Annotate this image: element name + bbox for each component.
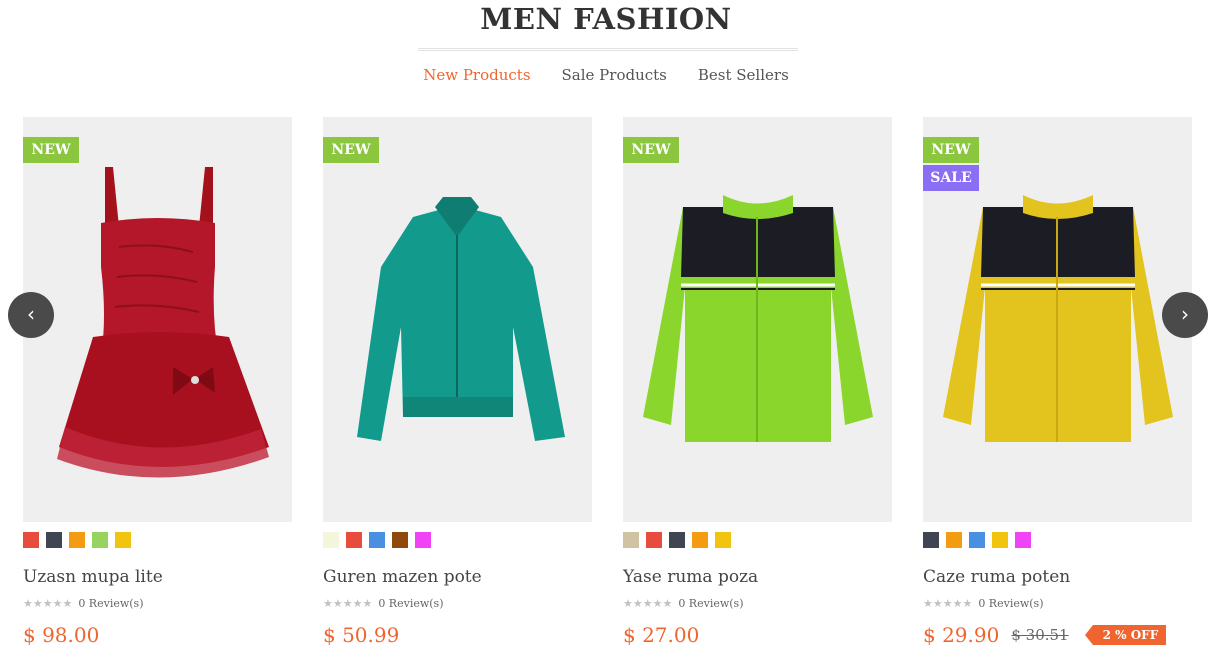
rating: ★★★★★ 0 Review(s): [323, 596, 592, 610]
red-dress-image: [57, 167, 269, 478]
color-swatch-yellow[interactable]: [115, 532, 131, 548]
price: $ 27.00: [623, 623, 700, 647]
teal-jacket-image: [357, 197, 565, 441]
sale-badge: SALE: [923, 165, 979, 191]
star-rating-icon: ★★★★★: [23, 596, 73, 610]
color-swatch-orange[interactable]: [69, 532, 85, 548]
star-rating-icon: ★★★★★: [623, 596, 673, 610]
color-swatch-blue[interactable]: [969, 532, 985, 548]
color-swatch-red[interactable]: [646, 532, 662, 548]
product-card[interactable]: NEW SALE Caze ruma poten ★★★★★ 0 Review(…: [923, 117, 1192, 647]
price-row: $ 27.00: [623, 623, 892, 647]
title-divider: [418, 48, 798, 51]
color-swatch-orange[interactable]: [692, 532, 708, 548]
color-swatch-orange[interactable]: [946, 532, 962, 548]
product-image[interactable]: NEW SALE: [923, 117, 1192, 522]
review-count: 0 Review(s): [378, 596, 444, 610]
product-card[interactable]: NEW Uzasn mupa lite ★★★★★ 0 Review(s) $ …: [23, 117, 292, 647]
price-row: $ 29.90 $ 30.51 2 % OFF: [923, 623, 1192, 647]
product-card[interactable]: NEW Guren mazen pote ★★★★★ 0 Review(s) $…: [323, 117, 592, 647]
color-swatch-pink[interactable]: [415, 532, 431, 548]
rating: ★★★★★ 0 Review(s): [23, 596, 292, 610]
color-swatches: [323, 532, 592, 548]
section-title: MEN FASHION: [480, 2, 732, 36]
price: $ 29.90: [923, 623, 1000, 647]
color-swatch-blue[interactable]: [369, 532, 385, 548]
color-swatch-tan[interactable]: [623, 532, 639, 548]
color-swatch-beige[interactable]: [323, 532, 339, 548]
color-swatch-pink[interactable]: [1015, 532, 1031, 548]
review-count: 0 Review(s): [78, 596, 144, 610]
color-swatches: [923, 532, 1192, 548]
price: $ 50.99: [323, 623, 400, 647]
next-arrow-button[interactable]: ›: [1162, 292, 1208, 338]
new-badge: NEW: [323, 137, 379, 163]
discount-tag: 2 % OFF: [1084, 625, 1167, 645]
review-count: 0 Review(s): [978, 596, 1044, 610]
color-swatch-yellow[interactable]: [715, 532, 731, 548]
tab-new-products[interactable]: New Products: [423, 66, 530, 84]
prev-arrow-button[interactable]: ‹: [8, 292, 54, 338]
color-swatch-yellow[interactable]: [992, 532, 1008, 548]
product-name[interactable]: Caze ruma poten: [923, 567, 1192, 587]
product-name[interactable]: Guren mazen pote: [323, 567, 592, 587]
chevron-right-icon: ›: [1181, 302, 1189, 326]
star-rating-icon: ★★★★★: [923, 596, 973, 610]
color-swatch-green[interactable]: [92, 532, 108, 548]
color-swatch-brown[interactable]: [392, 532, 408, 548]
chevron-left-icon: ‹: [27, 302, 35, 326]
color-swatch-dark[interactable]: [923, 532, 939, 548]
new-badge: NEW: [923, 137, 979, 163]
color-swatches: [623, 532, 892, 548]
color-swatch-red[interactable]: [23, 532, 39, 548]
color-swatch-dark[interactable]: [46, 532, 62, 548]
tab-sale-products[interactable]: Sale Products: [562, 66, 667, 84]
rating: ★★★★★ 0 Review(s): [923, 596, 1192, 610]
color-swatches: [23, 532, 292, 548]
price-row: $ 50.99: [323, 623, 592, 647]
product-image[interactable]: NEW: [623, 117, 892, 522]
old-price: $ 30.51: [1011, 626, 1069, 644]
product-name[interactable]: Yase ruma poza: [623, 567, 892, 587]
price-row: $ 98.00: [23, 623, 292, 647]
product-image[interactable]: NEW: [323, 117, 592, 522]
new-badge: NEW: [23, 137, 79, 163]
product-tabs: New Products Sale Products Best Sellers: [0, 66, 1212, 84]
color-swatch-dark[interactable]: [669, 532, 685, 548]
price: $ 98.00: [23, 623, 100, 647]
green-cardigan-image: [643, 195, 873, 442]
review-count: 0 Review(s): [678, 596, 744, 610]
color-swatch-red[interactable]: [346, 532, 362, 548]
tab-best-sellers[interactable]: Best Sellers: [698, 66, 789, 84]
rating: ★★★★★ 0 Review(s): [623, 596, 892, 610]
product-image[interactable]: NEW: [23, 117, 292, 522]
new-badge: NEW: [623, 137, 679, 163]
product-card[interactable]: NEW Yase ruma poza ★★★★★ 0 Review(s) $ 2…: [623, 117, 892, 647]
star-rating-icon: ★★★★★: [323, 596, 373, 610]
product-name[interactable]: Uzasn mupa lite: [23, 567, 292, 587]
